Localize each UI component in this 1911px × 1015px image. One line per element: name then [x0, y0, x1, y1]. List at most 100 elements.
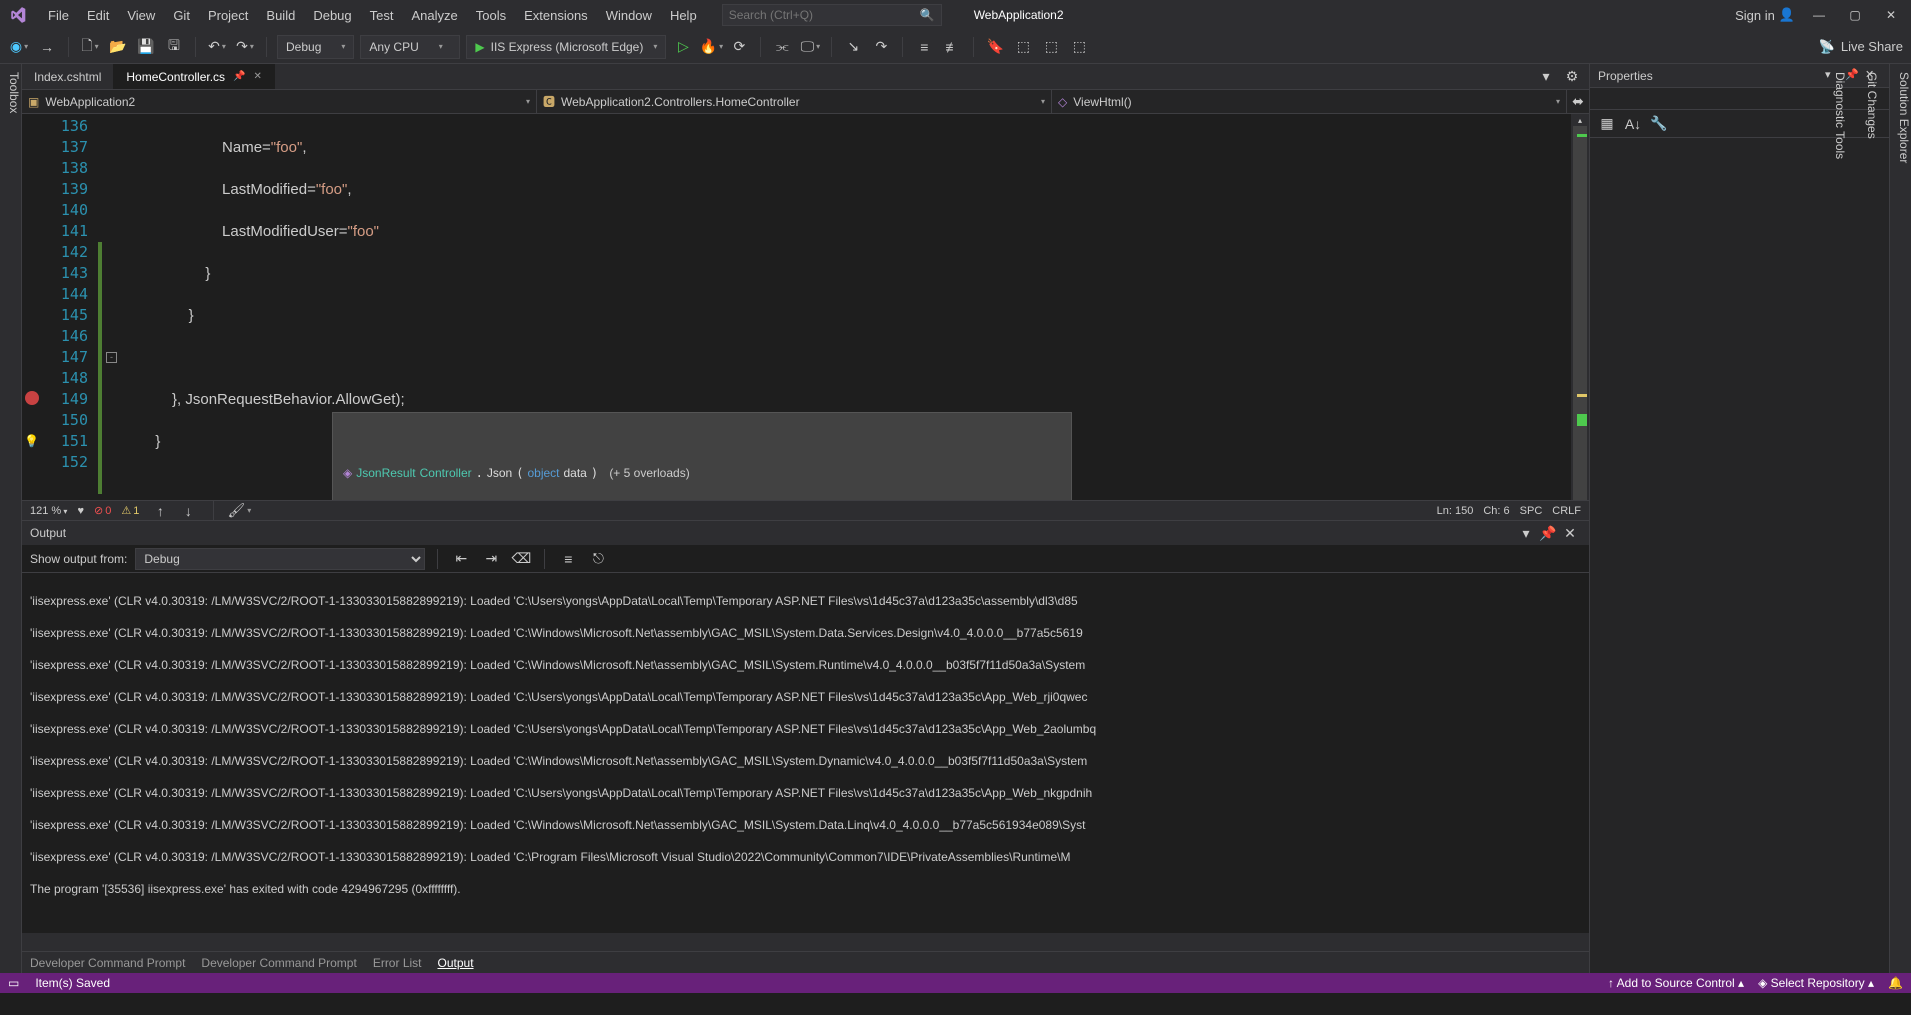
nav-project[interactable]: ▣WebApplication2 — [22, 90, 537, 113]
menu-tools[interactable]: Tools — [468, 4, 514, 27]
menu-view[interactable]: View — [119, 4, 163, 27]
search-input[interactable] — [729, 8, 920, 22]
prev-issue-button[interactable]: ↑ — [149, 500, 171, 522]
bookmark-button[interactable]: 🔖 — [984, 36, 1006, 58]
minimize-button[interactable]: — — [1807, 3, 1831, 27]
save-button[interactable]: 💾 — [135, 36, 157, 58]
menu-window[interactable]: Window — [598, 4, 660, 27]
tab-errorlist[interactable]: Error List — [373, 956, 422, 970]
tab-homecontroller[interactable]: HomeController.cs 📌 ✕ — [114, 64, 275, 89]
live-share-button[interactable]: 📡Live Share — [1819, 39, 1903, 55]
fold-margin[interactable]: - — [104, 114, 122, 500]
menu-project[interactable]: Project — [200, 4, 256, 27]
menu-extensions[interactable]: Extensions — [516, 4, 596, 27]
output-hscroll[interactable] — [22, 933, 1589, 951]
output-source-label: Show output from: — [30, 552, 127, 566]
redo-button[interactable]: ↷ — [234, 36, 256, 58]
indent-mode[interactable]: SPC — [1520, 505, 1543, 517]
signin-button[interactable]: Sign in 👤 — [1735, 7, 1795, 23]
next-issue-button[interactable]: ↓ — [177, 500, 199, 522]
menu-test[interactable]: Test — [362, 4, 402, 27]
open-button[interactable]: 📂 — [107, 36, 129, 58]
warning-count[interactable]: ⚠1 — [121, 504, 139, 517]
editor-scrollbar[interactable]: ▴ — [1571, 114, 1589, 500]
git-changes-tab[interactable]: Git Changes — [1865, 72, 1879, 973]
output-pin-button[interactable]: 📌 — [1537, 522, 1559, 544]
browser-refresh-button[interactable]: ⟳ — [728, 36, 750, 58]
tab-devprompt1[interactable]: Developer Command Prompt — [30, 956, 185, 970]
tabs-overflow-button[interactable]: ▾ — [1535, 66, 1557, 88]
nav-member[interactable]: ◇ViewHtml() — [1052, 90, 1567, 113]
nav-type[interactable]: 🅲WebApplication2.Controllers.HomeControl… — [537, 90, 1052, 113]
step-into-button[interactable]: ↘ — [842, 36, 864, 58]
solution-explorer-tab[interactable]: Solution Explorer — [1897, 72, 1911, 973]
fold-button[interactable]: - — [106, 352, 117, 363]
output-dropdown-button[interactable]: ▾ — [1515, 522, 1537, 544]
maximize-button[interactable]: ▢ — [1843, 3, 1867, 27]
split-editor-button[interactable]: ⬌ — [1567, 90, 1589, 112]
breakpoint-icon[interactable] — [25, 391, 39, 405]
menu-edit[interactable]: Edit — [79, 4, 117, 27]
lightbulb-icon[interactable]: 💡 — [24, 434, 39, 448]
comment-button[interactable]: ≡ — [913, 36, 935, 58]
output-text[interactable]: 'iisexpress.exe' (CLR v4.0.30319: /LM/W3… — [22, 573, 1589, 933]
properties-categorize-button[interactable]: ▦ — [1596, 113, 1618, 135]
find-button[interactable]: ⬚ — [1012, 36, 1034, 58]
forward-button[interactable]: → — [36, 36, 58, 58]
close-button[interactable]: ✕ — [1879, 3, 1903, 27]
properties-title: Properties — [1598, 69, 1821, 83]
output-close-button[interactable]: ✕ — [1559, 522, 1581, 544]
pin-icon[interactable]: 📌 — [233, 71, 245, 82]
properties-pages-button[interactable]: 🔧 — [1648, 113, 1670, 135]
uncomment-button[interactable]: ≢ — [941, 36, 963, 58]
close-tab-icon[interactable]: ✕ — [254, 71, 262, 82]
undo-button[interactable]: ↶ — [206, 36, 228, 58]
platform-selector[interactable]: Any CPU — [360, 35, 460, 59]
diagnostic-tools-tab[interactable]: Diagnostic Tools — [1833, 72, 1847, 973]
toolbar-btn-b[interactable]: ⬚ — [1068, 36, 1090, 58]
menu-debug[interactable]: Debug — [305, 4, 359, 27]
step-over-button[interactable]: ↷ — [870, 36, 892, 58]
toolbox-tab[interactable]: Toolbox — [0, 64, 22, 973]
eol-mode[interactable]: CRLF — [1552, 505, 1581, 517]
error-count[interactable]: ⊘0 — [94, 504, 111, 517]
search-box[interactable]: 🔍 — [722, 4, 942, 26]
start-nodebug-button[interactable]: ▷ — [672, 36, 694, 58]
glyph-margin[interactable]: 💡 — [22, 114, 42, 500]
back-button[interactable]: ◉ — [8, 36, 30, 58]
output-wrap-button[interactable]: ≡ — [557, 548, 579, 570]
toolbar-btn-a[interactable]: ⬚ — [1040, 36, 1062, 58]
tab-devprompt2[interactable]: Developer Command Prompt — [201, 956, 356, 970]
output-next-button[interactable]: ⇥ — [480, 548, 502, 570]
output-clear-button[interactable]: ⌫ — [510, 548, 532, 570]
cleanup-button[interactable]: 🖌 — [228, 500, 250, 522]
tabs-settings-button[interactable]: ⚙ — [1561, 66, 1583, 88]
browser-link-button[interactable]: ⫘ — [771, 36, 793, 58]
output-ex-button[interactable]: ⎋ — [587, 548, 609, 570]
start-debug-button[interactable]: ▶IIS Express (Microsoft Edge) — [466, 35, 666, 59]
health-icon[interactable]: ♥ — [77, 505, 84, 517]
code-content[interactable]: Name="foo", LastModified="foo", LastModi… — [122, 114, 1571, 500]
output-prev-button[interactable]: ⇤ — [450, 548, 472, 570]
select-repository-button[interactable]: ◈ Select Repository ▴ — [1758, 976, 1874, 990]
menu-build[interactable]: Build — [258, 4, 303, 27]
new-item-button[interactable]: 🗋 — [79, 36, 101, 58]
notifications-button[interactable]: 🔔 — [1888, 976, 1903, 990]
menu-help[interactable]: Help — [662, 4, 705, 27]
menu-file[interactable]: File — [40, 4, 77, 27]
tab-output[interactable]: Output — [438, 956, 474, 970]
tab-index[interactable]: Index.cshtml — [22, 64, 114, 89]
code-editor[interactable]: 💡 136 137 138 139 140 141 142 143 144 14… — [22, 114, 1589, 500]
output-source-select[interactable]: Debug — [135, 548, 425, 570]
menu-git[interactable]: Git — [165, 4, 198, 27]
properties-alpha-button[interactable]: A↓ — [1622, 113, 1644, 135]
properties-pin-button[interactable]: 📌 — [1845, 68, 1861, 84]
hot-reload-button[interactable]: 🔥 — [700, 36, 722, 58]
save-all-button[interactable]: 🖫 — [163, 36, 185, 58]
add-source-control-button[interactable]: ↑ Add to Source Control ▴ — [1608, 976, 1744, 990]
menu-analyze[interactable]: Analyze — [403, 4, 465, 27]
main-toolbar: ◉ → 🗋 📂 💾 🖫 ↶ ↷ Debug Any CPU ▶IIS Expre… — [0, 30, 1911, 64]
config-selector[interactable]: Debug — [277, 35, 354, 59]
browser-link-dropdown[interactable]: 🖵 — [799, 36, 821, 58]
zoom-level[interactable]: 121 % — [30, 505, 67, 517]
